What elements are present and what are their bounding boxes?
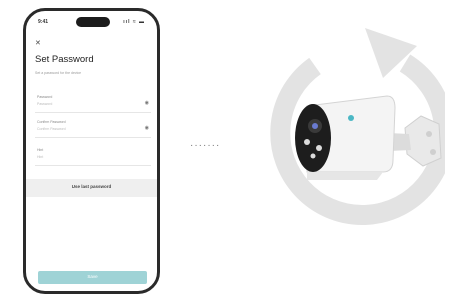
field-label: Hint xyxy=(37,148,44,152)
save-label: Save xyxy=(87,274,98,279)
confirm-password-input[interactable]: Confirm Password xyxy=(37,127,66,131)
connector-dots: ······· xyxy=(190,140,221,151)
close-icon[interactable]: ✕ xyxy=(35,39,41,47)
field-label: Confirm Password xyxy=(37,120,66,124)
password-field[interactable]: Password Password ◉ xyxy=(35,94,151,113)
status-time: 9:41 xyxy=(38,19,49,25)
confirm-password-field[interactable]: Confirm Password Confirm Password ◉ xyxy=(35,119,151,138)
use-last-password-label: Use last password xyxy=(71,184,112,189)
hint-field[interactable]: Hint Hint xyxy=(35,147,151,166)
save-button[interactable]: Save xyxy=(38,271,147,284)
eye-icon[interactable]: ◉ xyxy=(145,125,149,131)
bullet-camera-icon xyxy=(295,95,442,180)
password-input[interactable]: Password xyxy=(37,102,52,106)
use-last-password-button[interactable]: Use last password xyxy=(26,179,157,197)
page-description: Set a password for the device xyxy=(35,71,82,75)
phone-frame: 9:41 ııl ≈ ▬ ✕ Set Password Set a passwo… xyxy=(23,8,160,294)
field-label: Password xyxy=(37,95,53,99)
page-title: Set Password xyxy=(35,54,94,65)
status-icons: ııl ≈ ▬ xyxy=(123,19,145,25)
eye-icon[interactable]: ◉ xyxy=(145,100,149,106)
hint-input[interactable]: Hint xyxy=(37,155,43,159)
status-bar: 9:41 ııl ≈ ▬ xyxy=(36,18,147,27)
